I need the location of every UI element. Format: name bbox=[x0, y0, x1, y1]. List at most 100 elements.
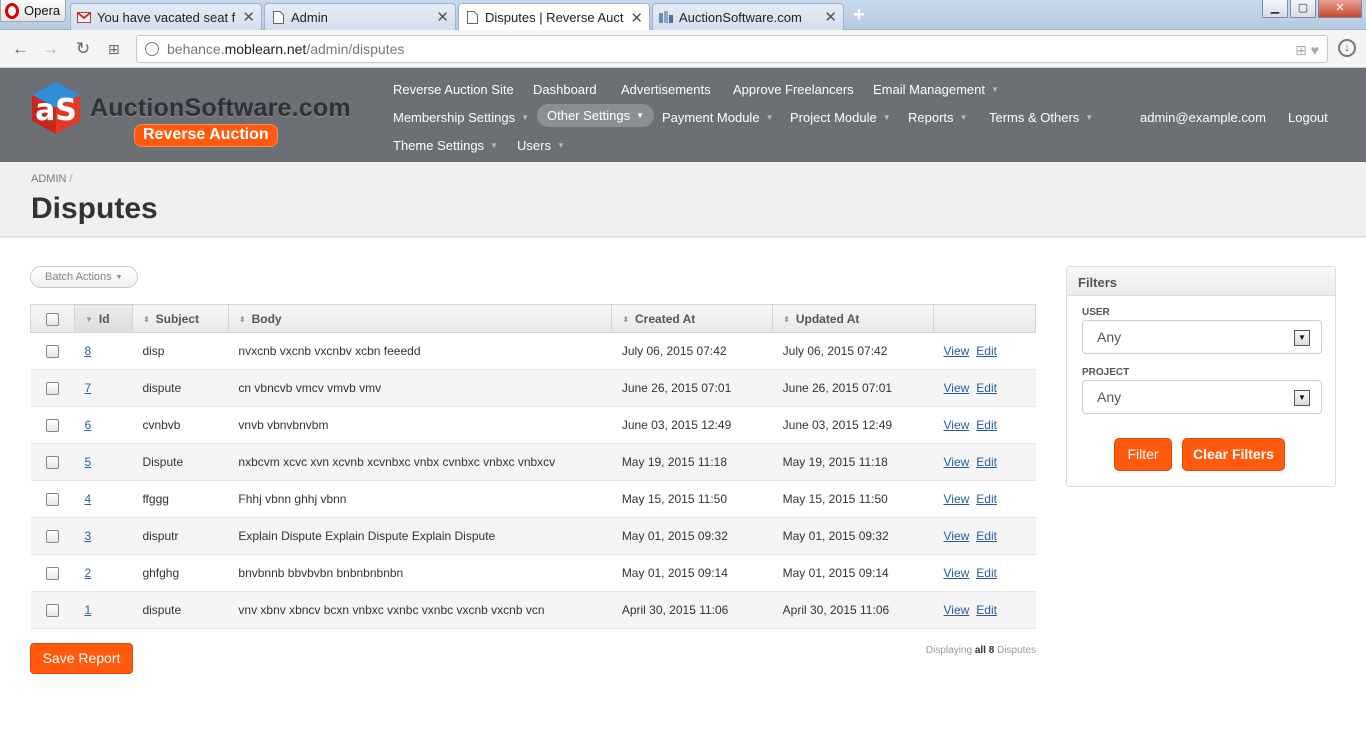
column-header-id[interactable]: ▼ Id bbox=[73, 304, 133, 333]
view-link[interactable]: View bbox=[943, 381, 969, 395]
nav-theme-settings[interactable]: Theme Settings ▼ bbox=[393, 136, 498, 155]
window-close-icon[interactable]: ✕ bbox=[1318, 0, 1362, 18]
close-icon[interactable]: ✕ bbox=[242, 8, 255, 26]
actions-cell: View Edit bbox=[933, 443, 1036, 481]
minimize-icon[interactable]: ▁ bbox=[1262, 0, 1288, 18]
nav-approve-freelancers[interactable]: Approve Freelancers bbox=[733, 80, 854, 99]
dispute-id-link[interactable]: 8 bbox=[84, 344, 91, 358]
site-logo[interactable]: aS AuctionSoftware.com Reverse Auction bbox=[28, 80, 368, 150]
breadcrumb: ADMIN / bbox=[31, 173, 73, 185]
dispute-id-link[interactable]: 6 bbox=[84, 418, 91, 432]
column-header-subject[interactable]: ⬍ Subject bbox=[131, 304, 229, 333]
table-row: 5 Dispute nxbcvm xcvc xvn xcvnb xcvnbxc vn… bbox=[30, 443, 1036, 481]
project-filter-select[interactable]: Any ▼ bbox=[1082, 380, 1322, 414]
new-tab-icon[interactable]: + bbox=[849, 5, 869, 25]
caret-down-icon: ▼ bbox=[959, 113, 968, 122]
id-cell: 3 bbox=[74, 517, 133, 555]
nav-advertisements[interactable]: Advertisements bbox=[621, 80, 711, 99]
nav-user-email[interactable]: admin@example.com bbox=[1140, 108, 1266, 127]
dispute-id-link[interactable]: 4 bbox=[84, 492, 91, 506]
nav-payment-module[interactable]: Payment Module ▼ bbox=[662, 108, 773, 127]
edit-link[interactable]: Edit bbox=[976, 418, 997, 432]
nav-users[interactable]: Users ▼ bbox=[517, 136, 565, 155]
nav-other-settings[interactable]: Other Settings ▼ bbox=[537, 104, 655, 127]
close-icon[interactable]: ✕ bbox=[630, 9, 643, 27]
view-link[interactable]: View bbox=[943, 603, 969, 617]
nav-project-module[interactable]: Project Module ▼ bbox=[790, 108, 891, 127]
edit-link[interactable]: Edit bbox=[976, 455, 997, 469]
row-select-cell bbox=[30, 332, 75, 370]
gmail-icon bbox=[77, 10, 91, 24]
body-cell: vnv xbnv xbncv bcxn vnbxc vxnbc vxnbc vx… bbox=[228, 591, 612, 629]
nav-terms-others[interactable]: Terms & Others ▼ bbox=[989, 108, 1093, 127]
row-checkbox[interactable] bbox=[45, 382, 59, 396]
forward-icon[interactable]: → bbox=[42, 39, 59, 59]
row-select-cell bbox=[30, 443, 75, 481]
view-link[interactable]: View bbox=[943, 492, 969, 506]
close-icon[interactable]: ✕ bbox=[436, 8, 449, 26]
column-header-updated-at[interactable]: ⬍ Updated At bbox=[772, 304, 934, 333]
row-checkbox[interactable] bbox=[45, 419, 59, 433]
page-heading: ADMIN / Disputes bbox=[0, 162, 1366, 237]
edit-link[interactable]: Edit bbox=[976, 492, 997, 506]
view-link[interactable]: View bbox=[943, 566, 969, 580]
edit-link[interactable]: Edit bbox=[976, 529, 997, 543]
row-checkbox[interactable] bbox=[45, 345, 59, 359]
back-icon[interactable]: ← bbox=[12, 39, 29, 59]
breadcrumb-admin[interactable]: ADMIN bbox=[31, 173, 66, 185]
page-icon bbox=[271, 10, 285, 24]
edit-link[interactable]: Edit bbox=[976, 381, 997, 395]
dispute-id-link[interactable]: 3 bbox=[84, 529, 91, 543]
nav-email-management[interactable]: Email Management ▼ bbox=[873, 80, 999, 99]
updated-at-cell: July 06, 2015 07:42 bbox=[772, 332, 934, 370]
url-field[interactable]: behance.moblearn.net/admin/disputes ⊞ ♥ bbox=[136, 35, 1328, 63]
dispute-id-link[interactable]: 5 bbox=[84, 455, 91, 469]
bookmark-heart-icon[interactable]: ⊞ ♥ bbox=[1295, 42, 1319, 59]
dispute-id-link[interactable]: 7 bbox=[84, 381, 91, 395]
user-filter-select[interactable]: Any ▼ bbox=[1082, 320, 1322, 354]
nav-logout[interactable]: Logout bbox=[1288, 108, 1328, 127]
close-icon[interactable]: ✕ bbox=[824, 8, 837, 26]
maximize-icon[interactable]: ▢ bbox=[1290, 0, 1316, 18]
view-link[interactable]: View bbox=[943, 344, 969, 358]
filter-button[interactable]: Filter bbox=[1114, 438, 1172, 471]
row-checkbox[interactable] bbox=[45, 493, 59, 507]
table-row: 7 dispute cn vbncvb vmcv vmvb vmv June 26, … bbox=[30, 369, 1036, 407]
column-header-body[interactable]: ⬍ Body bbox=[227, 304, 613, 333]
save-report-button[interactable]: Save Report bbox=[30, 643, 133, 674]
column-header-created-at[interactable]: ⬍ Created At bbox=[611, 304, 774, 333]
opera-menu-button[interactable]: Opera bbox=[0, 0, 66, 22]
nav-dashboard[interactable]: Dashboard bbox=[533, 80, 597, 99]
edit-link[interactable]: Edit bbox=[976, 603, 997, 617]
site-info-icon[interactable] bbox=[145, 42, 159, 56]
row-checkbox[interactable] bbox=[45, 456, 59, 470]
caret-down-icon: ▼ bbox=[991, 85, 999, 94]
nav-reverse-auction-site[interactable]: Reverse Auction Site bbox=[393, 80, 514, 99]
browser-tab-disputes[interactable]: Disputes | Reverse Auction ✕ bbox=[458, 3, 650, 31]
row-checkbox[interactable] bbox=[45, 604, 59, 618]
edit-link[interactable]: Edit bbox=[976, 566, 997, 580]
speed-dial-grid-icon[interactable]: ⊞ bbox=[108, 41, 120, 58]
clear-filters-button[interactable]: Clear Filters bbox=[1182, 438, 1285, 471]
reload-icon[interactable]: ↻ bbox=[76, 39, 90, 59]
nav-reports[interactable]: Reports ▼ bbox=[908, 108, 967, 127]
created-at-cell: May 01, 2015 09:14 bbox=[611, 554, 773, 592]
select-all-checkbox[interactable] bbox=[45, 312, 59, 326]
download-icon[interactable]: ↓ bbox=[1338, 39, 1356, 57]
nav-membership-settings[interactable]: Membership Settings ▼ bbox=[393, 108, 529, 127]
view-link[interactable]: View bbox=[943, 455, 969, 469]
dispute-id-link[interactable]: 2 bbox=[84, 566, 91, 580]
browser-tab-admin[interactable]: Admin ✕ bbox=[264, 3, 456, 30]
view-link[interactable]: View bbox=[943, 418, 969, 432]
browser-tab-gmail[interactable]: You have vacated seat fro ✕ bbox=[70, 3, 262, 30]
subject-cell: ffggg bbox=[132, 480, 229, 518]
view-link[interactable]: View bbox=[943, 529, 969, 543]
edit-link[interactable]: Edit bbox=[976, 344, 997, 358]
batch-actions-button[interactable]: Batch Actions ▼ bbox=[30, 266, 138, 288]
column-header-actions bbox=[932, 304, 1037, 333]
tab-title: You have vacated seat fro bbox=[97, 9, 237, 25]
dispute-id-link[interactable]: 1 bbox=[84, 603, 91, 617]
row-checkbox[interactable] bbox=[45, 530, 59, 544]
browser-tab-auctionsoftware[interactable]: AuctionSoftware.com ✕ bbox=[652, 3, 844, 30]
row-checkbox[interactable] bbox=[45, 567, 59, 581]
